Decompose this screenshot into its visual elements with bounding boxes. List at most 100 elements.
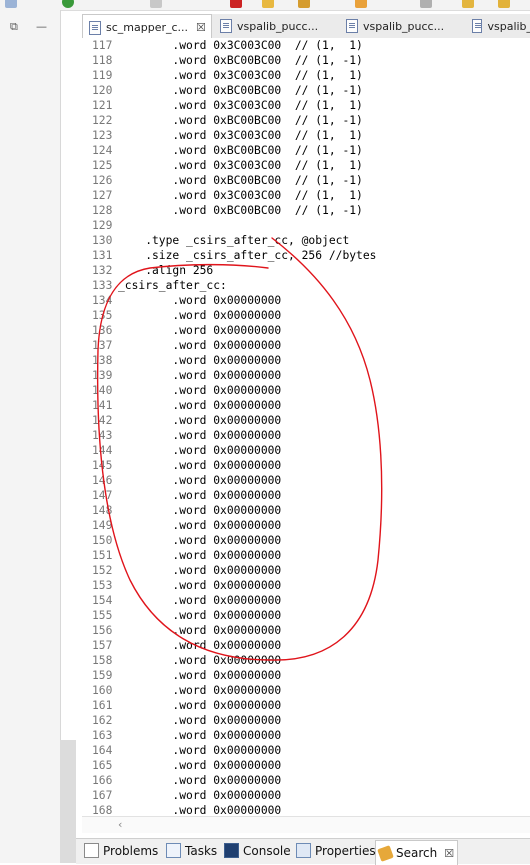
line-number: 138 — [92, 354, 113, 367]
code-text: .word 0x3C003C00 // (1, 1) — [118, 39, 363, 52]
tab-vspalib-2[interactable]: vspalib_pucc... — [340, 14, 458, 38]
code-text: .word 0x00000000 — [118, 744, 282, 757]
file-icon — [472, 19, 483, 33]
line-number: 130 — [92, 234, 113, 247]
close-icon[interactable]: ☒ — [196, 21, 206, 34]
line-number: 153 — [92, 579, 113, 592]
line-number: 156 — [92, 624, 113, 637]
code-text: .word 0x00000000 — [118, 684, 282, 697]
search-icon[interactable] — [355, 0, 367, 8]
code-text: .word 0x00000000 — [118, 759, 282, 772]
code-text: .word 0xBC00BC00 // (1, -1) — [118, 114, 363, 127]
tab-label: Console — [243, 843, 291, 858]
code-text: .word 0x00000000 — [118, 459, 282, 472]
code-text: .word 0x00000000 — [118, 324, 282, 337]
code-text: .word 0x00000000 — [118, 474, 282, 487]
tab-label: Tasks — [185, 843, 218, 858]
line-number: 134 — [92, 294, 113, 307]
tasks-icon — [166, 843, 181, 858]
line-number: 148 — [92, 504, 113, 517]
line-number: 143 — [92, 429, 113, 442]
code-text: .word 0x00000000 — [118, 729, 282, 742]
tab-tasks[interactable]: Tasks — [166, 843, 217, 858]
horizontal-scrollbar[interactable]: ‹ — [82, 816, 530, 833]
line-number: 137 — [92, 339, 113, 352]
line-number: 145 — [92, 459, 113, 472]
tab-label: vspalib_pu — [487, 19, 530, 33]
tab-label: vspalib_pucc... — [237, 19, 319, 33]
tab-vspalib-3[interactable]: vspalib_pu — [466, 14, 530, 38]
scroll-left-icon[interactable]: ‹ — [118, 818, 122, 831]
line-number: 128 — [92, 204, 113, 217]
close-icon[interactable]: ☒ — [444, 847, 454, 860]
line-number: 140 — [92, 384, 113, 397]
folder-icon[interactable] — [262, 0, 274, 8]
build-icon[interactable] — [150, 0, 162, 8]
edit-icon[interactable] — [298, 0, 310, 8]
code-text: .type _csirs_after_cc, @object — [118, 234, 350, 247]
line-number: 136 — [92, 324, 113, 337]
pin-icon[interactable] — [420, 0, 432, 8]
code-text: .word 0xBC00BC00 // (1, -1) — [118, 84, 363, 97]
line-number: 166 — [92, 774, 113, 787]
minimize-icon[interactable]: — — [36, 20, 47, 33]
tab-console[interactable]: Console — [224, 843, 291, 858]
tab-vspalib-1[interactable]: vspalib_pucc... — [214, 14, 332, 38]
line-number: 139 — [92, 369, 113, 382]
editor-tab-bar: sc_mapper_c... ☒ vspalib_pucc... vspalib… — [82, 14, 530, 39]
tab-properties[interactable]: Properties — [296, 843, 376, 858]
debug-icon[interactable] — [230, 0, 242, 8]
line-number: 152 — [92, 564, 113, 577]
line-number: 129 — [92, 219, 113, 232]
code-text: .word 0x3C003C00 // (1, 1) — [118, 189, 363, 202]
properties-icon — [296, 843, 311, 858]
line-number: 146 — [92, 474, 113, 487]
code-text: .word 0x00000000 — [118, 774, 282, 787]
code-text: .size _csirs_after_cc, 256 //bytes — [118, 249, 377, 262]
line-number: 127 — [92, 189, 113, 202]
line-number: 144 — [92, 444, 113, 457]
file-icon — [346, 19, 358, 33]
code-text: .word 0x00000000 — [118, 789, 282, 802]
code-text: .word 0xBC00BC00 // (1, -1) — [118, 174, 363, 187]
line-number: 163 — [92, 729, 113, 742]
line-number: 125 — [92, 159, 113, 172]
line-number: 124 — [92, 144, 113, 157]
code-text: .word 0x00000000 — [118, 354, 282, 367]
line-number: 141 — [92, 399, 113, 412]
tab-problems[interactable]: Problems — [84, 843, 158, 858]
forward-icon[interactable] — [498, 0, 510, 8]
bulb-icon[interactable] — [462, 0, 474, 8]
bottom-view-tabs: Problems Tasks Console Properties Search… — [76, 838, 530, 865]
left-panel-strip: ⧉ — — [0, 10, 61, 863]
line-number: 131 — [92, 249, 113, 262]
line-number: 149 — [92, 519, 113, 532]
code-text: .word 0x00000000 — [118, 639, 282, 652]
line-number: 120 — [92, 84, 113, 97]
back-icon[interactable] — [5, 0, 17, 8]
line-number: 118 — [92, 54, 113, 67]
line-number: 133 — [92, 279, 113, 292]
tab-sc-mapper[interactable]: sc_mapper_c... ☒ — [82, 14, 212, 38]
code-editor[interactable]: 117 .word 0x3C003C00 // (1, 1) 118 .word … — [82, 38, 530, 816]
code-text: .word 0x00000000 — [118, 534, 282, 547]
code-text: .word 0x00000000 — [118, 429, 282, 442]
line-number: 132 — [92, 264, 113, 277]
tab-label: sc_mapper_c... — [106, 21, 189, 34]
code-text: .word 0x00000000 — [118, 384, 282, 397]
code-text: .word 0x00000000 — [118, 579, 282, 592]
line-number: 151 — [92, 549, 113, 562]
restore-icon[interactable]: ⧉ — [10, 20, 18, 34]
code-text: .word 0x00000000 — [118, 714, 282, 727]
line-number: 126 — [92, 174, 113, 187]
tab-search[interactable]: Search ☒ — [375, 840, 459, 865]
line-number: 157 — [92, 639, 113, 652]
run-icon[interactable] — [62, 0, 74, 8]
code-text: _csirs_after_cc: — [118, 279, 227, 292]
code-text: .word 0x00000000 — [118, 504, 282, 517]
line-number: 165 — [92, 759, 113, 772]
line-number: 155 — [92, 609, 113, 622]
code-text: .word 0x00000000 — [118, 594, 282, 607]
file-icon — [89, 20, 101, 35]
line-number: 160 — [92, 684, 113, 697]
